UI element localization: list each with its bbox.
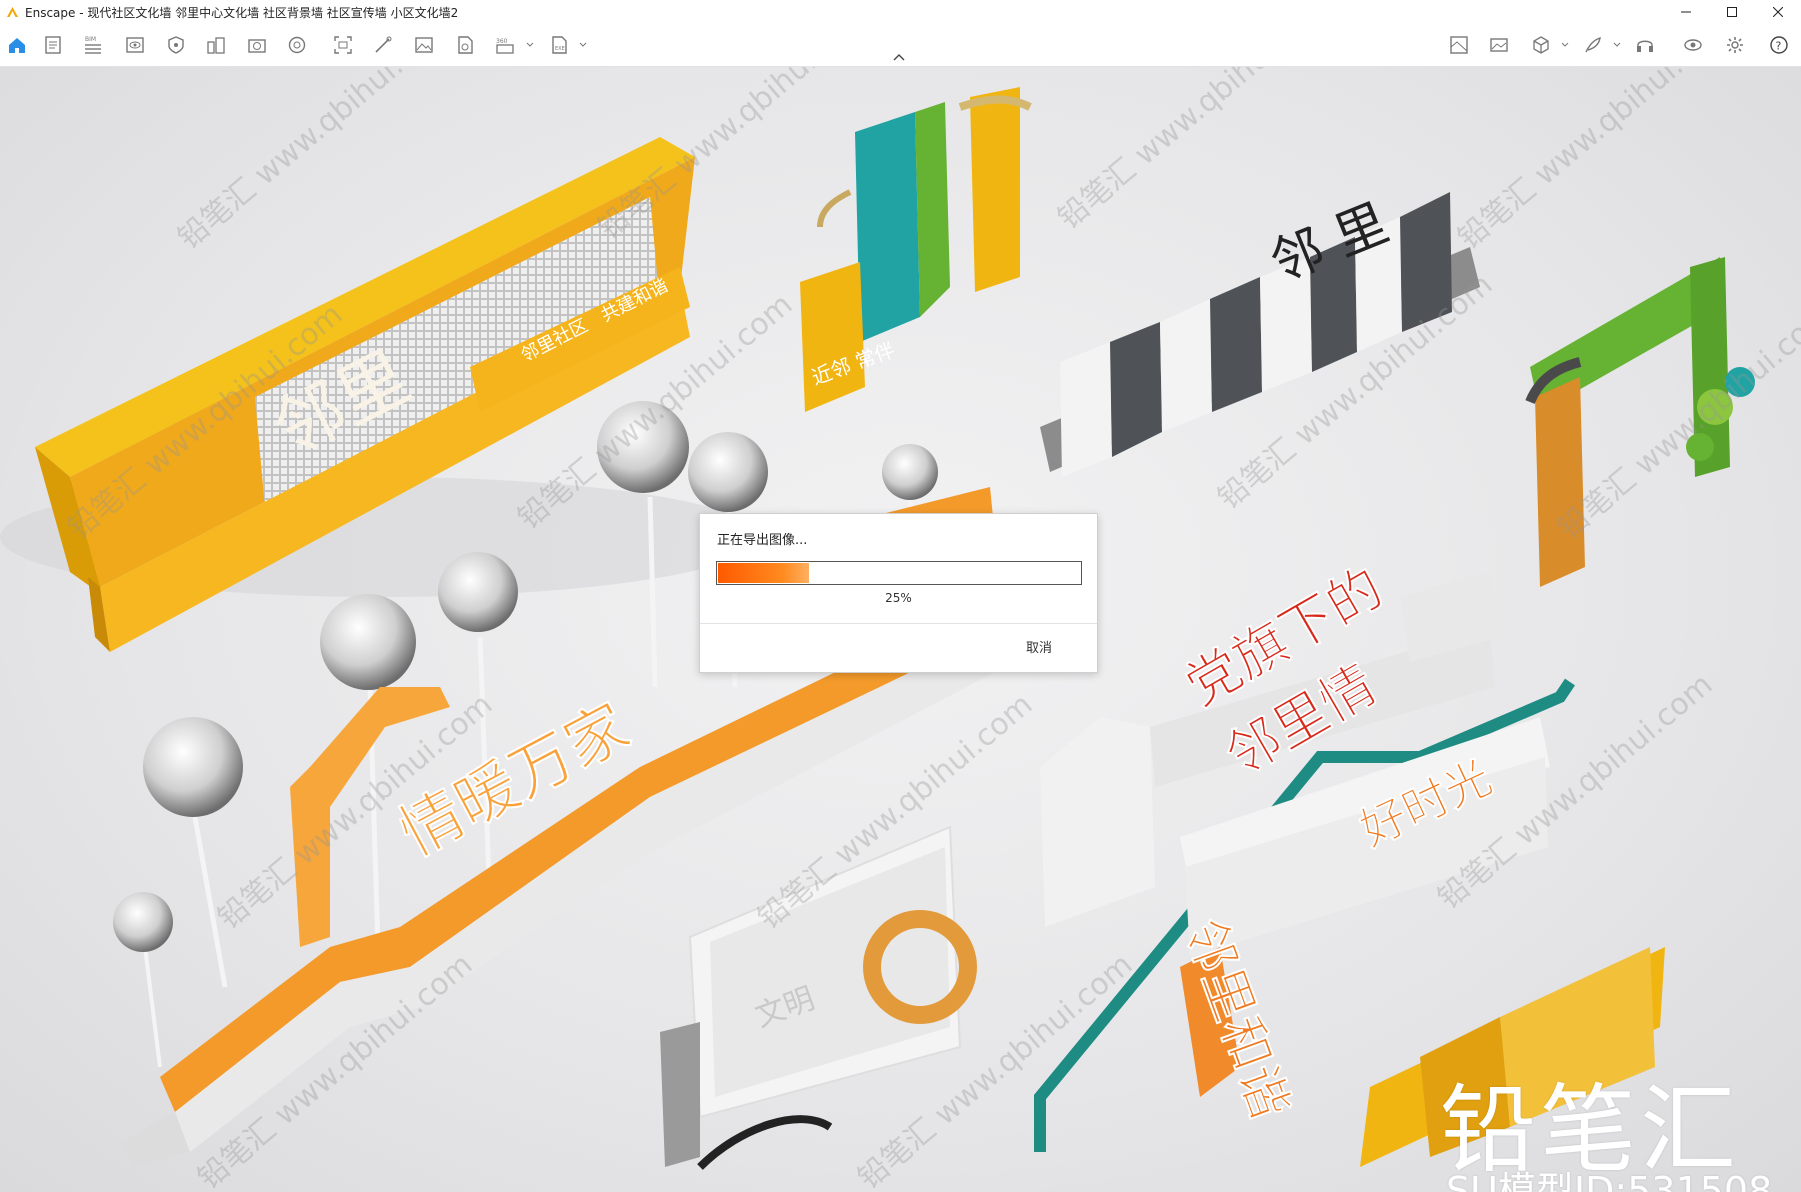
cancel-button[interactable]: 取消	[1026, 637, 1052, 656]
eye-icon[interactable]	[124, 34, 146, 56]
bim-icon[interactable]: BIM	[82, 34, 104, 56]
close-button[interactable]	[1755, 0, 1801, 24]
camera-icon[interactable]	[246, 34, 268, 56]
window-controls	[1663, 0, 1801, 24]
close-icon	[1773, 7, 1783, 17]
title-bar: Enscape - 现代社区文化墙 邻里中心文化墙 社区背景墙 社区宣传墙 小区…	[0, 0, 1801, 24]
maximize-icon	[1727, 7, 1737, 17]
export-progress-bar	[716, 561, 1082, 585]
window-title: Enscape - 现代社区文化墙 邻里中心文化墙 社区背景墙 社区宣传墙 小区…	[25, 5, 459, 20]
dialog-title: 正在导出图像...	[717, 533, 808, 548]
feather-icon[interactable]	[1582, 34, 1604, 56]
chevron-down-icon[interactable]	[1560, 40, 1570, 50]
home-icon[interactable]	[6, 34, 28, 56]
svg-text:360: 360	[496, 38, 508, 45]
cube-icon[interactable]	[1530, 34, 1552, 56]
minimize-button[interactable]	[1663, 0, 1709, 24]
export-progress-dialog: 正在导出图像... 25% 取消	[699, 513, 1098, 673]
render-icon[interactable]	[454, 34, 476, 56]
svg-text:BIM: BIM	[85, 36, 96, 43]
sphere-icon[interactable]	[286, 34, 308, 56]
model-id-watermark: SU模型ID:531508	[1446, 1169, 1773, 1192]
chevron-down-icon[interactable]	[578, 40, 588, 50]
map-icon[interactable]	[1448, 34, 1470, 56]
document-icon[interactable]	[42, 34, 64, 56]
dialog-divider	[700, 623, 1097, 624]
image-icon[interactable]	[413, 34, 435, 56]
headset-icon[interactable]	[1634, 34, 1656, 56]
screenshot-icon[interactable]	[332, 34, 354, 56]
pano-icon[interactable]: 360	[494, 34, 516, 56]
building-icon[interactable]	[205, 34, 227, 56]
chevron-down-icon[interactable]	[1612, 40, 1622, 50]
maximize-button[interactable]	[1709, 0, 1755, 24]
view-icon[interactable]	[1682, 34, 1704, 56]
chevron-down-icon[interactable]	[525, 40, 535, 50]
svg-text:EXE: EXE	[555, 46, 565, 52]
shield-icon[interactable]	[165, 34, 187, 56]
chevron-up-icon[interactable]	[892, 52, 906, 62]
minimize-icon	[1681, 11, 1691, 13]
enscape-logo-icon	[7, 6, 18, 17]
help-icon[interactable]: ?	[1768, 34, 1790, 56]
export-icon[interactable]: EXE	[548, 34, 570, 56]
svg-text:?: ?	[1776, 40, 1782, 53]
progress-percent-label: 25%	[885, 591, 912, 605]
gallery-icon[interactable]	[1488, 34, 1510, 56]
edit-icon[interactable]	[372, 34, 394, 56]
settings-icon[interactable]	[1724, 34, 1746, 56]
progress-fill	[718, 563, 809, 583]
